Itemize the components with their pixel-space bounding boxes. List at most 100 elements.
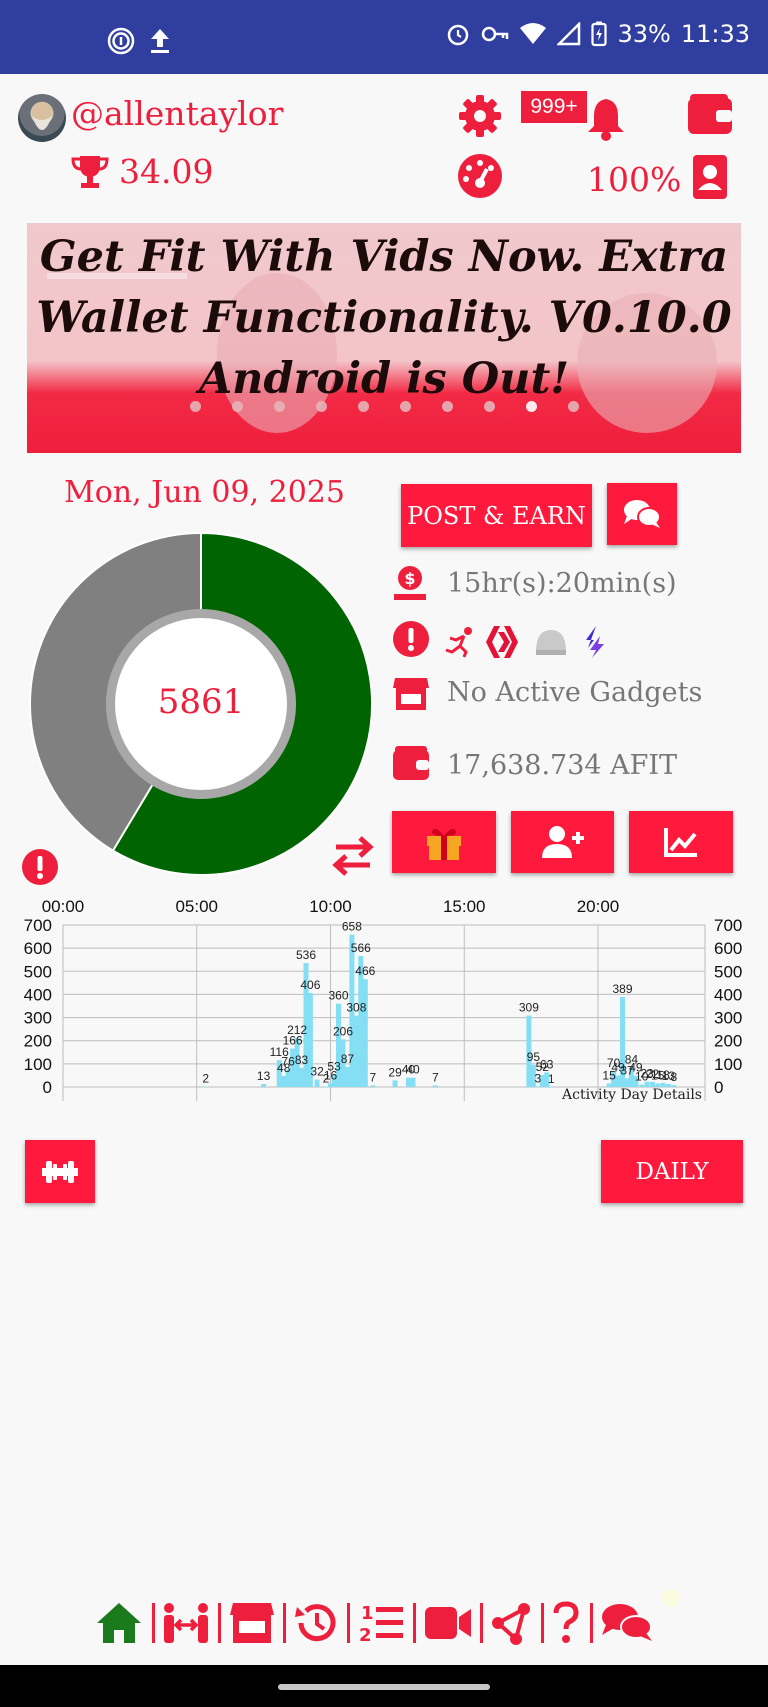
- activity-bar: [548, 1086, 554, 1088]
- add-friend-button[interactable]: [511, 811, 614, 873]
- bar-value-label: 466: [355, 964, 375, 978]
- id-badge-icon[interactable]: [692, 154, 728, 200]
- bar-value-label: 76: [281, 1054, 295, 1068]
- wallet-icon[interactable]: [392, 745, 430, 781]
- helmet-icon: [536, 630, 566, 655]
- chart-alert-icon[interactable]: [21, 848, 59, 886]
- bell-icon[interactable]: [584, 96, 628, 142]
- comments-icon: [624, 500, 661, 528]
- y-tick-label-right: 200: [714, 1032, 742, 1051]
- bar-value-label: 309: [519, 1001, 539, 1015]
- y-tick-label-left: 0: [43, 1078, 52, 1097]
- carousel-dot[interactable]: [189, 401, 201, 412]
- carousel-dot[interactable]: [273, 401, 285, 412]
- battery-charging-icon: [591, 21, 608, 47]
- y-tick-label-left: 300: [24, 1009, 52, 1028]
- store-icon[interactable]: [229, 1601, 275, 1645]
- wallet-icon[interactable]: [686, 92, 734, 136]
- gift-icon: [427, 828, 461, 860]
- activity-bar: [299, 1067, 304, 1087]
- nav-divider: [413, 1603, 416, 1643]
- store-icon[interactable]: [392, 674, 430, 712]
- swap-arrows-icon[interactable]: [330, 833, 376, 879]
- activity-bar: [281, 1075, 287, 1087]
- bar-value-label: 83: [295, 1053, 309, 1067]
- upload-icon: [151, 29, 169, 53]
- activity-bar: [353, 1015, 359, 1087]
- bar-value-label: 8: [670, 1070, 677, 1084]
- carousel-dot[interactable]: [483, 401, 495, 412]
- carousel-dot[interactable]: [231, 401, 243, 412]
- gadgets-status: No Active Gadgets: [447, 677, 703, 708]
- x-tick-label: 00:00: [42, 897, 85, 916]
- home-gesture-pill[interactable]: [278, 1684, 490, 1690]
- carousel-dot[interactable]: [315, 401, 327, 412]
- stats-button[interactable]: [629, 811, 733, 873]
- date-label: Mon, Jun 09, 2025: [64, 475, 345, 510]
- y-tick-label-right: 300: [714, 1009, 742, 1028]
- help-icon[interactable]: [551, 1601, 581, 1645]
- percent-text: 100%: [587, 160, 682, 199]
- activity-bar: [362, 979, 368, 1087]
- clock: 11:33: [680, 20, 750, 48]
- workout-button[interactable]: [25, 1140, 95, 1203]
- hive-icon: [486, 626, 518, 658]
- activity-bar: [410, 1077, 416, 1087]
- bar-value-label: 7: [370, 1070, 377, 1084]
- carousel-dot-active[interactable]: [525, 401, 537, 412]
- share-icon[interactable]: [490, 1601, 534, 1645]
- nav-divider: [152, 1603, 155, 1643]
- gear-icon[interactable]: [458, 94, 502, 138]
- nav-divider: [218, 1603, 221, 1643]
- speedometer-icon[interactable]: [457, 153, 503, 199]
- avatar[interactable]: [18, 94, 66, 142]
- bar-value-label: 308: [346, 1001, 366, 1015]
- banner-text: Get Fit With Vids Now. Extra Wallet Func…: [36, 232, 732, 404]
- carousel-dot[interactable]: [399, 401, 411, 412]
- bar-value-label: 40: [406, 1063, 420, 1077]
- x-tick-label: 10:00: [309, 897, 352, 916]
- carousel-dot[interactable]: [357, 401, 369, 412]
- daily-button[interactable]: DAILY: [601, 1140, 743, 1203]
- x-tick-label: 15:00: [443, 897, 486, 916]
- trophy-icon: [71, 156, 109, 188]
- carousel-dot[interactable]: [441, 401, 453, 412]
- gift-button[interactable]: [392, 811, 496, 873]
- home-icon[interactable]: [95, 1601, 143, 1645]
- vpn-key-icon: [482, 26, 509, 42]
- alert-icon[interactable]: [392, 620, 430, 658]
- chat-button[interactable]: [607, 483, 677, 545]
- bar-value-label: 87: [341, 1052, 355, 1066]
- bar-value-label: 389: [612, 982, 632, 996]
- announcement-banner[interactable]: Get Fit With Vids Now. Extra Wallet Func…: [27, 223, 741, 453]
- notification-badge: 999+: [521, 91, 587, 123]
- fingerprint-icon: [107, 27, 135, 55]
- nav-divider: [541, 1603, 544, 1643]
- people-arrows-icon[interactable]: [161, 1601, 211, 1645]
- activity-day-chart[interactable]: 700 700600 600500 500400 400300 300200 200100 1…: [0, 890, 768, 1106]
- status-right: 33% 11:33: [445, 20, 750, 48]
- y-tick-label-left: 100: [24, 1055, 52, 1074]
- history-icon[interactable]: [293, 1601, 339, 1645]
- activity-bar: [392, 1080, 398, 1087]
- post-earn-button[interactable]: POST & EARN: [401, 484, 592, 547]
- floating-indicator: [662, 1589, 680, 1607]
- username[interactable]: @allentaylor: [71, 94, 283, 133]
- y-tick-label-left: 600: [24, 939, 52, 958]
- ranking-list-icon[interactable]: 1 2: [359, 1601, 405, 1645]
- activity-bar: [261, 1084, 267, 1087]
- bar-value-label: 212: [287, 1023, 307, 1037]
- time-remaining: 15hr(s):20min(s): [447, 568, 677, 599]
- bar-value-label: 536: [296, 948, 316, 962]
- chat-icon[interactable]: [600, 1601, 654, 1645]
- video-icon[interactable]: [423, 1601, 473, 1645]
- bar-value-label: 1: [548, 1072, 555, 1086]
- wifi-icon: [520, 23, 547, 44]
- blurt-icon: [586, 626, 604, 658]
- carousel-dots[interactable]: [27, 401, 741, 412]
- chart-title: Activity Day Details: [561, 1087, 702, 1103]
- svg-text:$: $: [404, 569, 415, 588]
- bar-value-label: 7: [432, 1070, 439, 1084]
- svg-text:1: 1: [361, 1603, 374, 1624]
- carousel-dot[interactable]: [567, 401, 579, 412]
